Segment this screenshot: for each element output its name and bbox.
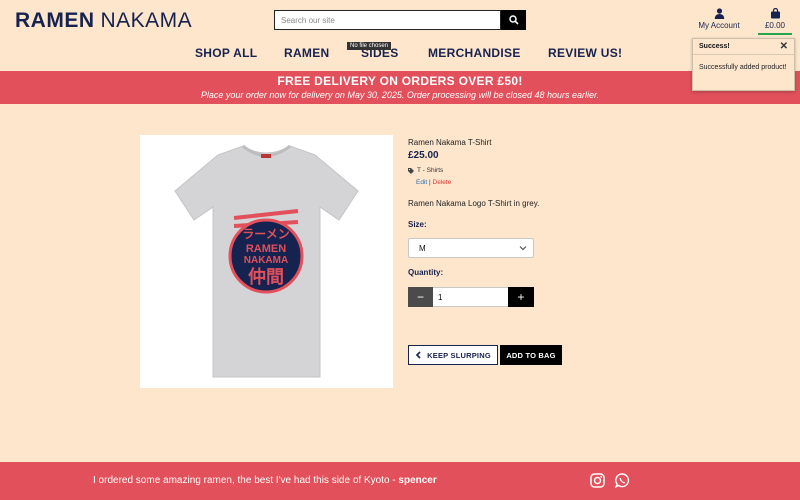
- search-input[interactable]: [274, 10, 501, 30]
- size-label: Size:: [408, 220, 427, 229]
- decrement-button[interactable]: −: [408, 287, 433, 307]
- product-info: Ramen Nakama T-Shirt: [408, 138, 538, 147]
- search-button[interactable]: [501, 10, 526, 30]
- product-image: ラーメン RAMEN NAKAMA 仲間: [140, 135, 393, 388]
- quantity-input[interactable]: [433, 287, 508, 307]
- add-to-bag-button[interactable]: ADD TO BAG: [500, 345, 562, 365]
- nav-item-shop-all[interactable]: SHOP ALL: [195, 46, 257, 60]
- success-toast: Success! ✕ Successfully added product!: [692, 38, 795, 91]
- shirt-line1: RAMEN: [246, 243, 286, 255]
- shopping-bag-icon: [770, 7, 780, 19]
- brand-logo[interactable]: RAMEN NAKAMA: [15, 9, 192, 33]
- delete-link[interactable]: Delete: [433, 179, 452, 186]
- user-icon: [714, 8, 724, 19]
- file-tooltip: No file chosen: [347, 42, 392, 50]
- shopping-bag-link[interactable]: £0.00: [758, 7, 792, 35]
- review-text: I ordered some amazing ramen, the best I…: [93, 475, 399, 486]
- whatsapp-icon: [614, 473, 630, 489]
- chevron-down-icon: [519, 246, 527, 251]
- shirt-line2: NAKAMA: [244, 255, 288, 266]
- toast-header: Success! ✕: [693, 39, 794, 55]
- category-label: T - Shirts: [417, 167, 444, 174]
- nav-item-merchandise[interactable]: MERCHANDISE: [428, 46, 521, 60]
- brand-name-bold: RAMEN: [15, 9, 95, 32]
- nav-item-ramen[interactable]: RAMEN: [284, 46, 330, 60]
- review-quote: I ordered some amazing ramen, the best I…: [93, 475, 437, 486]
- shirt-katakana: ラーメン: [242, 227, 290, 241]
- nav-item-review-us[interactable]: REVIEW US!: [548, 46, 622, 60]
- delivery-banner: FREE DELIVERY ON ORDERS OVER £50! Place …: [0, 71, 800, 104]
- search-form: [274, 10, 526, 30]
- site-footer: I ordered some amazing ramen, the best I…: [0, 462, 800, 500]
- banner-headline: FREE DELIVERY ON ORDERS OVER £50!: [277, 74, 523, 88]
- chevron-left-icon: [415, 351, 421, 359]
- search-icon: [508, 15, 519, 25]
- add-to-bag-label: ADD TO BAG: [506, 350, 556, 360]
- size-value: M: [419, 244, 426, 253]
- links-separator: |: [429, 179, 431, 186]
- product-price: £25.00: [408, 150, 439, 161]
- shirt-kanji: 仲間: [248, 266, 284, 288]
- brand-name-light: NAKAMA: [100, 9, 193, 32]
- main-nav: SHOP ALL RAMEN SIDES MERCHANDISE REVIEW …: [0, 46, 800, 64]
- keep-slurping-label: KEEP SLURPING: [427, 350, 491, 360]
- size-select[interactable]: M: [408, 238, 534, 258]
- whatsapp-link[interactable]: [614, 473, 630, 493]
- quantity-label: Quantity:: [408, 268, 444, 277]
- banner-subline: Place your order now for delivery on May…: [200, 90, 600, 100]
- admin-links: Edit | Delete: [416, 179, 451, 186]
- instagram-icon: [590, 473, 605, 488]
- review-author: spencer: [398, 475, 437, 486]
- toast-message: Successfully added product!: [699, 64, 787, 71]
- keep-slurping-button[interactable]: KEEP SLURPING: [408, 345, 498, 365]
- my-account-label: My Account: [698, 21, 740, 30]
- tshirt-illustration: ラーメン RAMEN NAKAMA 仲間: [174, 144, 359, 378]
- toast-title: Success!: [699, 43, 730, 50]
- product-description: Ramen Nakama Logo T-Shirt in grey.: [408, 199, 540, 208]
- instagram-link[interactable]: [590, 473, 605, 493]
- close-icon[interactable]: ✕: [780, 41, 788, 52]
- product-category[interactable]: T - Shirts: [408, 167, 443, 174]
- edit-link[interactable]: Edit: [416, 179, 427, 186]
- quantity-stepper: − +: [408, 287, 534, 307]
- site-header: RAMENNAKAMA My Account £0.00 SHOP ALL RA…: [0, 0, 800, 70]
- product-name: Ramen Nakama T-Shirt: [408, 138, 492, 147]
- bag-indicator-bar: [758, 33, 792, 35]
- bag-total: £0.00: [764, 21, 786, 30]
- increment-button[interactable]: +: [508, 287, 534, 307]
- tag-icon: [408, 167, 414, 174]
- my-account-link[interactable]: My Account: [694, 8, 744, 30]
